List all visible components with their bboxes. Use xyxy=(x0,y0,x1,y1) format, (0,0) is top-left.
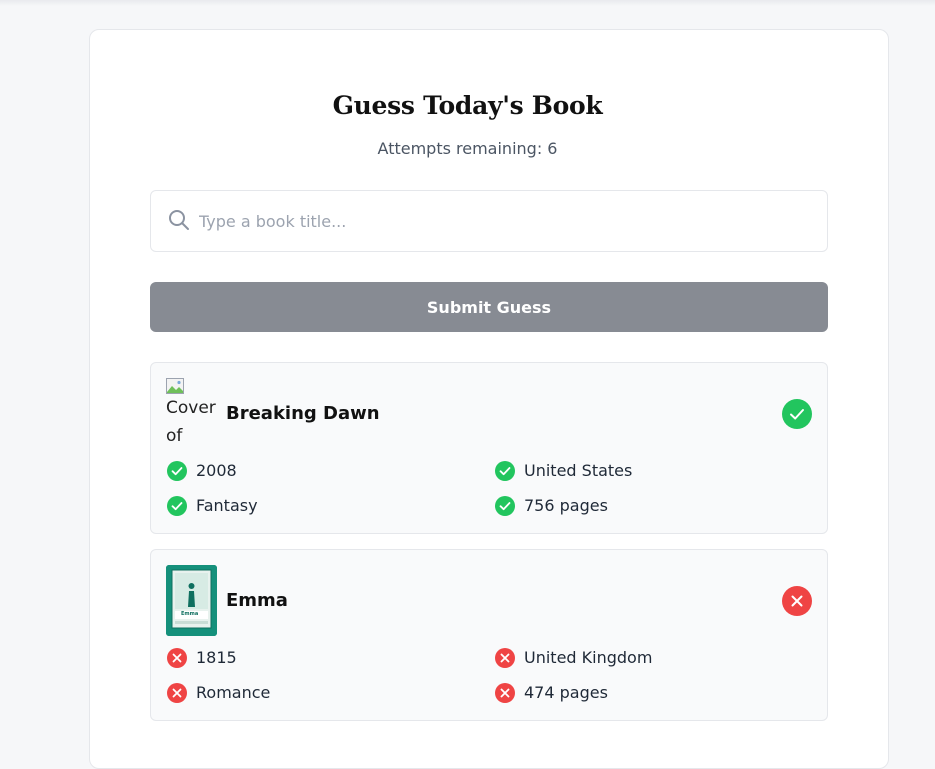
broken-image-icon xyxy=(166,378,184,394)
attribute-label: 1815 xyxy=(196,648,237,667)
guess-book-title: Breaking Dawn xyxy=(226,403,380,424)
x-circle-icon xyxy=(167,683,187,703)
x-circle-icon xyxy=(495,648,515,668)
attribute-label: United States xyxy=(524,461,633,480)
x-circle-icon xyxy=(495,683,515,703)
check-circle-icon xyxy=(167,496,187,516)
search-icon xyxy=(169,210,189,230)
book-cover-image: Emma xyxy=(166,565,217,636)
attribute-label: 474 pages xyxy=(524,683,608,702)
guess-card: Emma Emma 1815 United Kingdom Romance 47… xyxy=(150,549,828,721)
check-circle-icon xyxy=(782,399,812,429)
check-circle-icon xyxy=(495,496,515,516)
x-circle-icon xyxy=(782,586,812,616)
page-title: Guess Today's Book xyxy=(332,91,603,120)
check-circle-icon xyxy=(495,461,515,481)
attribute-label: 2008 xyxy=(196,461,237,480)
guess-book-title: Emma xyxy=(226,590,288,611)
check-circle-icon xyxy=(167,461,187,481)
attribute-label: 756 pages xyxy=(524,496,608,515)
cover-alt-text: Cover of xyxy=(166,398,216,446)
book-cover-art xyxy=(166,565,217,636)
submit-guess-button[interactable]: Submit Guess xyxy=(150,282,828,332)
guess-card: Cover of Breaking Dawn 2008 United State… xyxy=(150,362,828,534)
attempts-remaining: Attempts remaining: 6 xyxy=(377,139,558,158)
attribute-label: Fantasy xyxy=(196,496,258,515)
search-box[interactable] xyxy=(150,190,828,252)
attribute-label: Romance xyxy=(196,683,271,702)
top-bar-shadow xyxy=(0,0,935,6)
search-input[interactable] xyxy=(199,191,819,251)
x-circle-icon xyxy=(167,648,187,668)
cover-text: Emma xyxy=(181,611,199,617)
attribute-label: United Kingdom xyxy=(524,648,653,667)
book-cover-image: Cover of xyxy=(166,378,216,446)
